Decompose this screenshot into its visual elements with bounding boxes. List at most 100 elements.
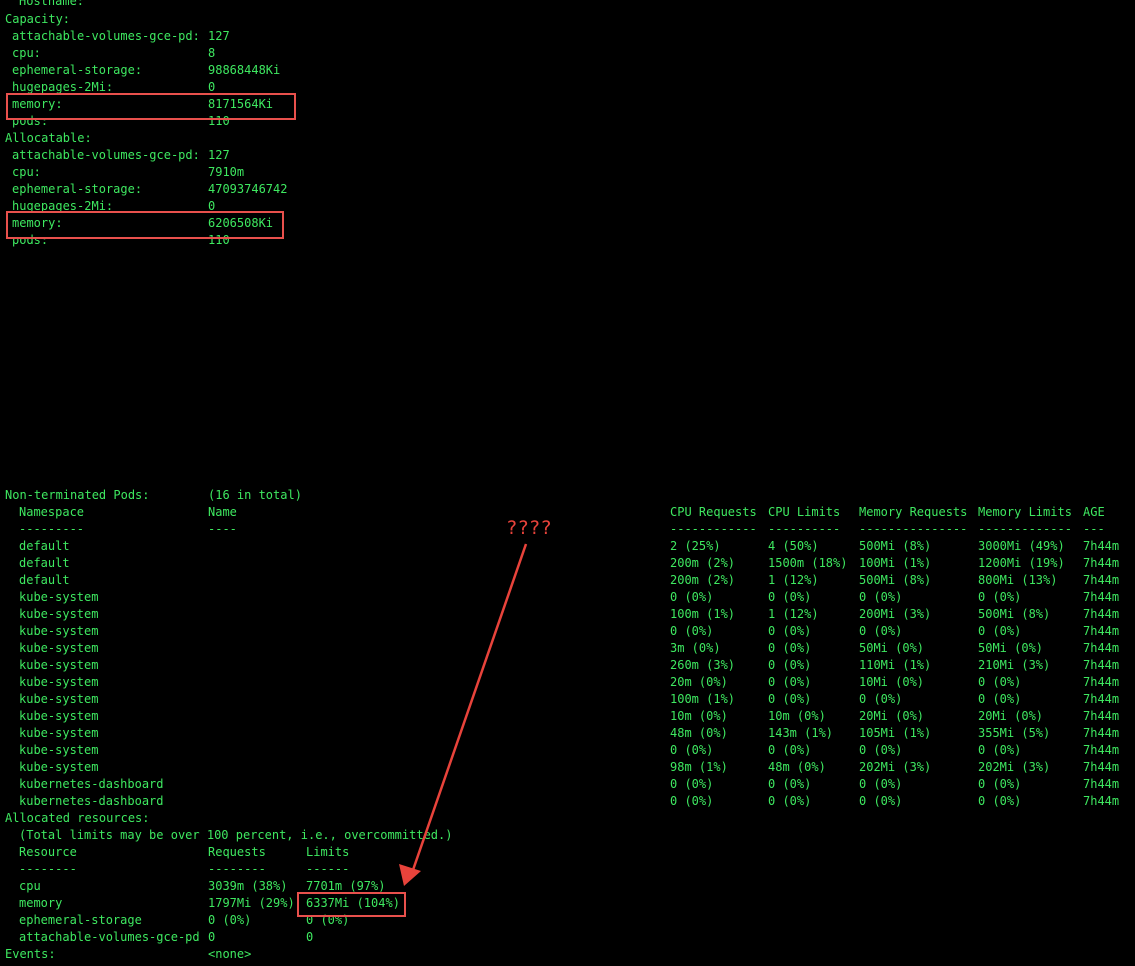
pods-heading: Non-terminated Pods:: [5, 488, 150, 502]
pod-namespace: kube-system: [19, 743, 99, 757]
pod-memory-limits: 20Mi (0%): [978, 709, 1044, 723]
pod-memory-limits: 50Mi (0%): [978, 641, 1044, 655]
column-rule: ---------: [19, 522, 85, 536]
pod-namespace: kubernetes-dashboard: [19, 794, 164, 808]
allocated-header-limits: Limits: [306, 845, 350, 859]
column-rule: ---: [1083, 522, 1105, 536]
pod-namespace: kube-system: [19, 692, 99, 706]
pod-cpu-limits: 1 (12%): [768, 573, 819, 587]
pod-memory-limits: 1200Mi (19%): [978, 556, 1065, 570]
allocated-rule: --------: [19, 862, 77, 876]
allocatable-value: 47093746742: [208, 182, 288, 196]
allocated-limits: 0: [306, 930, 314, 944]
column-header-age: AGE: [1083, 505, 1105, 519]
pod-cpu-requests: 0 (0%): [670, 624, 714, 638]
pod-cpu-requests: 0 (0%): [670, 590, 714, 604]
allocated-resource: memory: [19, 896, 63, 910]
pod-cpu-limits: 0 (0%): [768, 794, 812, 808]
pod-age: 7h44m: [1083, 590, 1120, 604]
pod-namespace: default: [19, 539, 70, 553]
pod-age: 7h44m: [1083, 539, 1120, 553]
pod-cpu-requests: 100m (1%): [670, 607, 736, 621]
pod-age: 7h44m: [1083, 573, 1120, 587]
pod-cpu-limits: 0 (0%): [768, 692, 812, 706]
pod-age: 7h44m: [1083, 726, 1120, 740]
allocatable-key: ephemeral-storage:: [12, 182, 143, 196]
column-header-cpu-requests: CPU Requests: [670, 505, 757, 519]
pod-cpu-limits: 0 (0%): [768, 624, 812, 638]
pod-age: 7h44m: [1083, 743, 1120, 757]
pod-cpu-limits: 0 (0%): [768, 658, 812, 672]
pod-age: 7h44m: [1083, 692, 1120, 706]
pod-cpu-requests: 200m (2%): [670, 556, 736, 570]
pod-cpu-limits: 1500m (18%): [768, 556, 848, 570]
allocated-resource: attachable-volumes-gce-pd: [19, 930, 200, 944]
column-rule: ----------: [768, 522, 841, 536]
pod-memory-limits: 0 (0%): [978, 743, 1022, 757]
allocatable-key: attachable-volumes-gce-pd:: [12, 148, 200, 162]
pod-memory-requests: 0 (0%): [859, 743, 903, 757]
pod-age: 7h44m: [1083, 675, 1120, 689]
annotation-arrow: [399, 543, 528, 886]
pod-memory-limits: 500Mi (8%): [978, 607, 1051, 621]
allocated-resource: cpu: [19, 879, 41, 893]
column-header-namespace: Namespace: [19, 505, 85, 519]
pod-cpu-requests: 0 (0%): [670, 743, 714, 757]
column-rule: ----: [208, 522, 237, 536]
pod-cpu-limits: 1 (12%): [768, 607, 819, 621]
terminal-window[interactable]: Hostname: Capacity: attachable-volumes-gce…: [0, 0, 1135, 966]
pod-cpu-requests: 3m (0%): [670, 641, 721, 655]
pod-namespace: kube-system: [19, 658, 99, 672]
events-label: Events:: [5, 947, 56, 961]
pod-age: 7h44m: [1083, 624, 1120, 638]
pod-cpu-requests: 48m (0%): [670, 726, 728, 740]
pod-namespace: default: [19, 573, 70, 587]
pod-memory-requests: 500Mi (8%): [859, 573, 932, 587]
column-header-cpu-limits: CPU Limits: [768, 505, 841, 519]
hostname-label: Hostname:: [19, 0, 85, 8]
pod-memory-limits: 0 (0%): [978, 794, 1022, 808]
allocated-requests: 0 (0%): [208, 913, 252, 927]
pod-cpu-limits: 4 (50%): [768, 539, 819, 553]
pod-memory-requests: 20Mi (0%): [859, 709, 925, 723]
pod-cpu-limits: 0 (0%): [768, 675, 812, 689]
pod-cpu-limits: 0 (0%): [768, 743, 812, 757]
allocated-header-requests: Requests: [208, 845, 266, 859]
pod-age: 7h44m: [1083, 641, 1120, 655]
pod-memory-limits: 355Mi (5%): [978, 726, 1051, 740]
pod-memory-limits: 800Mi (13%): [978, 573, 1058, 587]
pod-memory-limits: 0 (0%): [978, 777, 1022, 791]
pod-memory-requests: 500Mi (8%): [859, 539, 932, 553]
pod-memory-requests: 0 (0%): [859, 624, 903, 638]
capacity-value: 127: [208, 29, 230, 43]
pod-cpu-limits: 143m (1%): [768, 726, 834, 740]
capacity-value: 8: [208, 46, 216, 60]
pod-age: 7h44m: [1083, 760, 1120, 774]
capacity-memory-highlight: [6, 93, 296, 120]
pod-memory-limits: 0 (0%): [978, 590, 1022, 604]
pod-cpu-requests: 260m (3%): [670, 658, 736, 672]
pod-namespace: kube-system: [19, 607, 99, 621]
allocated-requests: 1797Mi (29%): [208, 896, 295, 910]
allocated-note: (Total limits may be over 100 percent, i…: [19, 828, 453, 842]
pod-memory-limits: 0 (0%): [978, 692, 1022, 706]
capacity-key: ephemeral-storage:: [12, 63, 143, 77]
allocated-rule: ------: [306, 862, 350, 876]
column-header-memory-requests: Memory Requests: [859, 505, 968, 519]
capacity-value: 98868448Ki: [208, 63, 281, 77]
allocated-requests: 0: [208, 930, 216, 944]
pod-namespace: kube-system: [19, 726, 99, 740]
column-rule: ------------: [670, 522, 757, 536]
memory-limit-highlight: [297, 892, 406, 917]
arrow-shaft: [411, 543, 528, 871]
pod-cpu-limits: 0 (0%): [768, 590, 812, 604]
pod-cpu-requests: 200m (2%): [670, 573, 736, 587]
pod-cpu-limits: 0 (0%): [768, 641, 812, 655]
allocated-requests: 3039m (38%): [208, 879, 288, 893]
allocatable-key: cpu:: [12, 165, 41, 179]
allocatable-value: 7910m: [208, 165, 245, 179]
pod-cpu-requests: 0 (0%): [670, 777, 714, 791]
allocated-resource: ephemeral-storage: [19, 913, 142, 927]
column-header-memory-limits: Memory Limits: [978, 505, 1072, 519]
pods-total: (16 in total): [208, 488, 302, 502]
